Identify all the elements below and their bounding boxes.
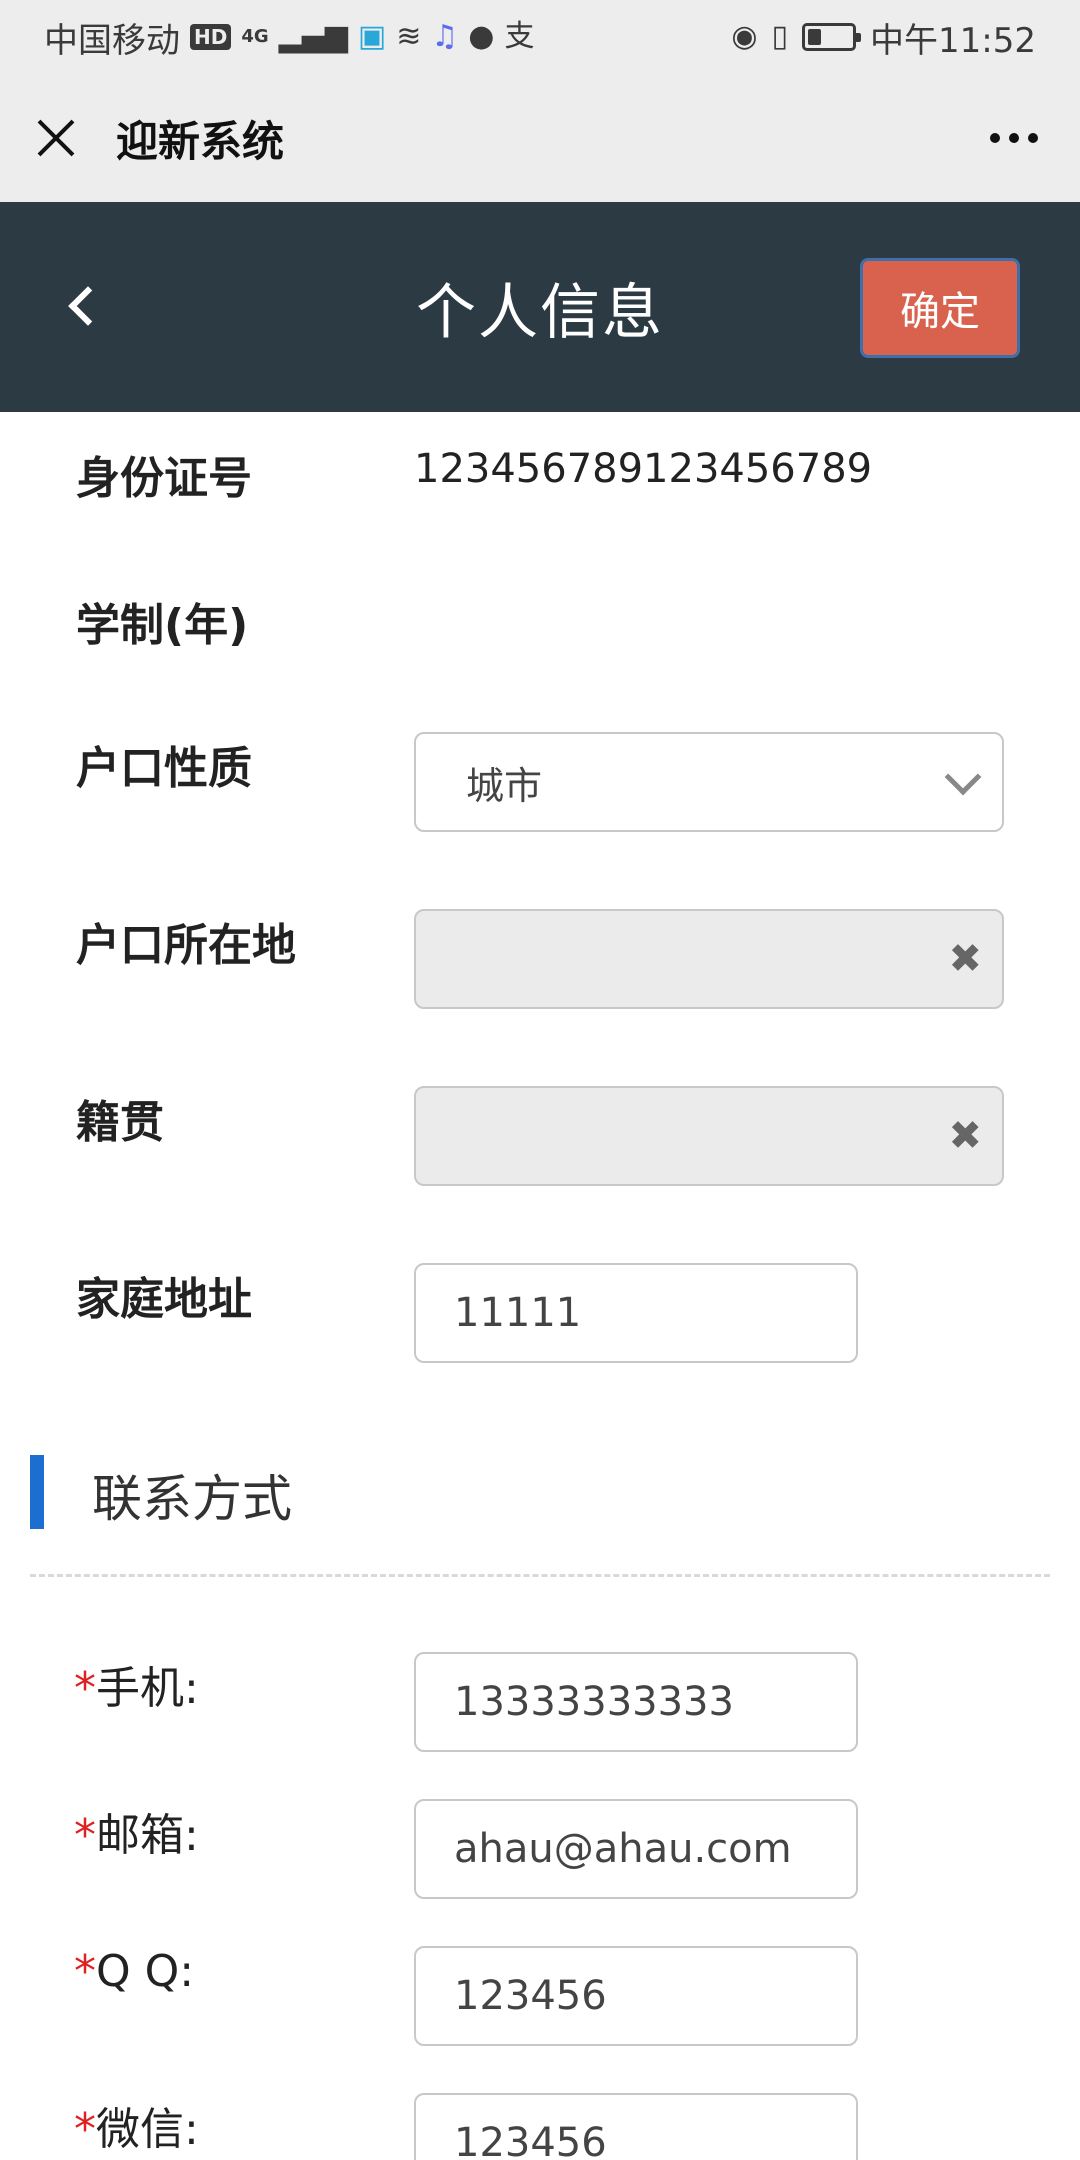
contact-section-header: 联系方式 bbox=[30, 1455, 1050, 1535]
clock: 中午11:52 bbox=[870, 20, 1036, 61]
status-bar: 中国移动 HD 4G ▂▄▆ ▣ ≋ ♫ ● 支 ◉ ▯ 中午11:52 bbox=[0, 0, 1080, 74]
qq-input[interactable]: 123456 bbox=[414, 1946, 858, 2046]
hukou-location-label: 户口所在地 bbox=[76, 920, 296, 971]
id-number-value: 123456789123456789 bbox=[414, 446, 873, 492]
battery-level bbox=[808, 29, 821, 45]
required-mark: * bbox=[74, 1810, 96, 1861]
book-app-icon: ▣ bbox=[357, 19, 387, 54]
clear-icon[interactable]: ✖ bbox=[948, 939, 982, 979]
wechat-label: *微信: bbox=[74, 2093, 199, 2157]
chat-icon: ● bbox=[468, 19, 495, 54]
phone-input[interactable]: 13333333333 bbox=[414, 1652, 858, 1752]
email-label-text: 邮箱: bbox=[96, 1810, 199, 1861]
email-input[interactable]: ahau@ahau.com bbox=[414, 1799, 858, 1899]
network-type: 4G bbox=[241, 26, 269, 47]
schooling-label: 学制(年) bbox=[76, 600, 249, 651]
wifi-icon: ≋ bbox=[396, 19, 422, 54]
more-dot-icon bbox=[990, 133, 1000, 143]
phone-label-text: 手机: bbox=[96, 1663, 199, 1714]
page-title: 个人信息 bbox=[416, 277, 664, 348]
wechat-title-bar: 迎新系统 bbox=[0, 74, 1080, 202]
qq-value: 123456 bbox=[454, 1973, 607, 2019]
wechat-label-text: 微信: bbox=[96, 2104, 199, 2155]
wechat-value: 123456 bbox=[454, 2120, 607, 2160]
close-icon[interactable] bbox=[32, 114, 80, 162]
home-address-label: 家庭地址 bbox=[76, 1274, 252, 1325]
phone-value: 13333333333 bbox=[454, 1679, 734, 1725]
section-divider bbox=[30, 1574, 1050, 1577]
native-place-label: 籍贯 bbox=[76, 1097, 164, 1148]
music-icon: ♫ bbox=[431, 19, 459, 54]
home-address-input[interactable]: 11111 bbox=[414, 1263, 858, 1363]
wechat-input[interactable]: 123456 bbox=[414, 2093, 858, 2160]
phone-label: *手机: bbox=[74, 1652, 199, 1716]
confirm-button[interactable]: 确定 bbox=[860, 258, 1020, 358]
more-dot-icon bbox=[1028, 133, 1038, 143]
wechat-title: 迎新系统 bbox=[116, 116, 285, 166]
qq-label: *Q Q: bbox=[74, 1946, 194, 1997]
required-mark: * bbox=[74, 1663, 96, 1714]
id-number-label: 身份证号 bbox=[76, 453, 252, 504]
status-right: ◉ ▯ 中午11:52 bbox=[731, 13, 1036, 62]
chevron-down-icon bbox=[944, 758, 982, 796]
hukou-type-value: 城市 bbox=[466, 763, 543, 808]
email-label: *邮箱: bbox=[74, 1799, 199, 1863]
home-address-value: 11111 bbox=[454, 1290, 582, 1336]
hd-badge: HD bbox=[190, 24, 232, 50]
back-icon[interactable] bbox=[56, 274, 106, 334]
clear-icon[interactable]: ✖ bbox=[948, 1116, 982, 1156]
section-accent-bar bbox=[30, 1455, 44, 1529]
app-header: 个人信息 确定 bbox=[0, 202, 1080, 412]
qq-label-text: Q Q: bbox=[96, 1946, 195, 1997]
status-left: 中国移动 HD 4G ▂▄▆ ▣ ≋ ♫ ● 支 bbox=[44, 13, 534, 62]
vibrate-icon: ▯ bbox=[771, 19, 789, 54]
section-title: 联系方式 bbox=[92, 1470, 292, 1528]
required-mark: * bbox=[74, 1946, 96, 1997]
alipay-icon: 支 bbox=[504, 19, 535, 54]
more-dot-icon bbox=[1009, 133, 1019, 143]
required-mark: * bbox=[74, 2104, 96, 2155]
hukou-type-label: 户口性质 bbox=[76, 743, 252, 794]
hukou-location-field[interactable]: ✖ bbox=[414, 909, 1004, 1009]
signal-icon: ▂▄▆ bbox=[278, 19, 348, 54]
battery-icon bbox=[802, 23, 862, 51]
carrier-label: 中国移动 bbox=[44, 20, 180, 61]
eye-icon: ◉ bbox=[731, 19, 758, 54]
hukou-type-select[interactable]: 城市 bbox=[414, 732, 1004, 832]
native-place-field[interactable]: ✖ bbox=[414, 1086, 1004, 1186]
more-menu-button[interactable] bbox=[990, 133, 1048, 143]
email-value: ahau@ahau.com bbox=[454, 1826, 792, 1872]
